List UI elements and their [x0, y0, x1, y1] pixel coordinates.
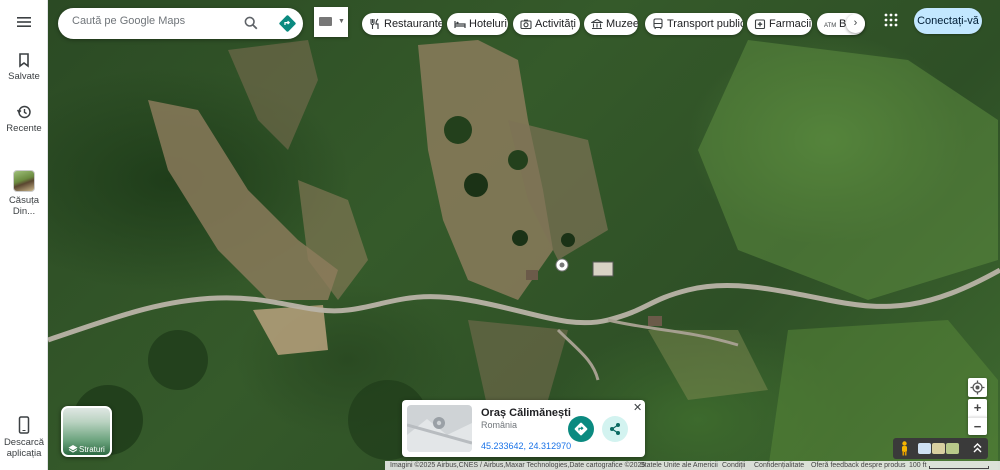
- chip-label: Restaurante: [384, 18, 442, 30]
- directions-icon: [574, 422, 588, 436]
- zoom-out-button[interactable]: −: [968, 417, 987, 435]
- download-app-button[interactable]: Descarcă aplicația: [0, 416, 48, 459]
- zoom-in-button[interactable]: +: [968, 399, 987, 417]
- imagery-attribution: Imagini ©2025 Airbus,CNES / Airbus,Maxar…: [390, 462, 646, 469]
- left-rail: Salvate Recente Căsuța Din... Descarcă a…: [0, 0, 48, 470]
- recent-place-label: Căsuța Din...: [8, 195, 40, 217]
- saved-button[interactable]: Salvate: [0, 52, 48, 82]
- sign-in-button[interactable]: Conectați-vă: [914, 8, 982, 34]
- keyboard-toggle-button[interactable]: ▼: [314, 7, 348, 37]
- scale-bar: [929, 466, 989, 469]
- pharmacy-icon: [754, 19, 766, 30]
- hotel-icon: [454, 21, 466, 28]
- restaurant-icon: [370, 18, 379, 29]
- layers-label: Straturi: [79, 445, 105, 454]
- my-location-icon: [970, 380, 985, 395]
- menu-icon: [17, 17, 31, 27]
- recent-button[interactable]: Recente: [0, 104, 48, 134]
- terms-link[interactable]: Condiții: [722, 461, 745, 470]
- my-location-button[interactable]: [968, 378, 987, 397]
- chip-transit[interactable]: Transport public: [645, 13, 743, 35]
- chip-label: Muzee: [606, 18, 638, 30]
- place-image-placeholder: [407, 405, 472, 452]
- pegman-icon[interactable]: [900, 441, 909, 456]
- feedback-link[interactable]: Oferă feedback despre produs: [811, 461, 906, 470]
- chip-label: Farmacii: [769, 18, 812, 30]
- place-coordinates[interactable]: 45.233642, 24.312970: [481, 441, 571, 451]
- caret-down-icon: ▼: [338, 18, 345, 25]
- keyboard-icon: [319, 17, 332, 26]
- place-thumbnail: [13, 170, 35, 192]
- share-icon: [610, 423, 620, 435]
- terrain-view-thumbnail[interactable]: [918, 443, 931, 454]
- apps-grid-icon[interactable]: [884, 13, 898, 27]
- country-link[interactable]: Statele Unite ale Americii: [640, 461, 718, 470]
- imagery-controls: [893, 438, 988, 459]
- chip-label: Activități: [535, 18, 576, 30]
- close-icon[interactable]: ✕: [633, 401, 642, 414]
- layers-button[interactable]: Straturi: [61, 406, 112, 457]
- bookmark-icon: [19, 53, 29, 68]
- card-share-button[interactable]: [602, 416, 628, 442]
- place-country: România: [481, 420, 518, 430]
- traffic-view-thumbnail[interactable]: [932, 443, 945, 454]
- chip-pharmacies[interactable]: Farmacii: [747, 13, 812, 35]
- chip-restaurants[interactable]: Restaurante: [362, 13, 442, 35]
- search-box: [58, 8, 303, 39]
- satellite-view-thumbnail[interactable]: [946, 443, 959, 454]
- place-title: Oraș Călimănești: [481, 407, 571, 419]
- svg-text:ATM: ATM: [824, 23, 836, 29]
- directions-icon[interactable]: [278, 14, 297, 33]
- saved-label: Salvate: [8, 71, 40, 82]
- camera-icon: [520, 19, 532, 30]
- attribution-bar: Imagini ©2025 Airbus,CNES / Airbus,Maxar…: [385, 461, 1000, 470]
- scale-label[interactable]: 100 ft: [909, 461, 927, 470]
- recent-label: Recente: [6, 123, 42, 134]
- search-icon[interactable]: [244, 16, 258, 30]
- privacy-link[interactable]: Confidențialitate: [754, 461, 804, 470]
- chip-activities[interactable]: Activități: [513, 13, 580, 35]
- layers-icon: [68, 445, 78, 453]
- download-app-label: Descarcă aplicația: [3, 437, 45, 459]
- chip-museums[interactable]: Muzee: [584, 13, 638, 35]
- chevron-right-icon: ›: [853, 17, 858, 29]
- chip-label: Hoteluri: [469, 18, 507, 30]
- chip-label: Transport public: [667, 18, 743, 30]
- menu-button[interactable]: [0, 14, 48, 30]
- recent-place-button[interactable]: Căsuța Din...: [0, 170, 48, 217]
- transit-icon: [653, 18, 663, 30]
- museum-icon: [591, 18, 603, 30]
- card-directions-button[interactable]: [568, 416, 594, 442]
- expand-icon[interactable]: [973, 442, 982, 454]
- chip-hotels[interactable]: Hoteluri: [447, 13, 508, 35]
- phone-icon: [18, 416, 30, 434]
- place-card[interactable]: Oraș Călimănești România 45.233642, 24.3…: [402, 400, 645, 457]
- atm-icon: ATM: [824, 23, 836, 29]
- history-icon: [16, 105, 31, 119]
- search-input[interactable]: [72, 15, 242, 27]
- chips-next-button[interactable]: ›: [846, 14, 865, 33]
